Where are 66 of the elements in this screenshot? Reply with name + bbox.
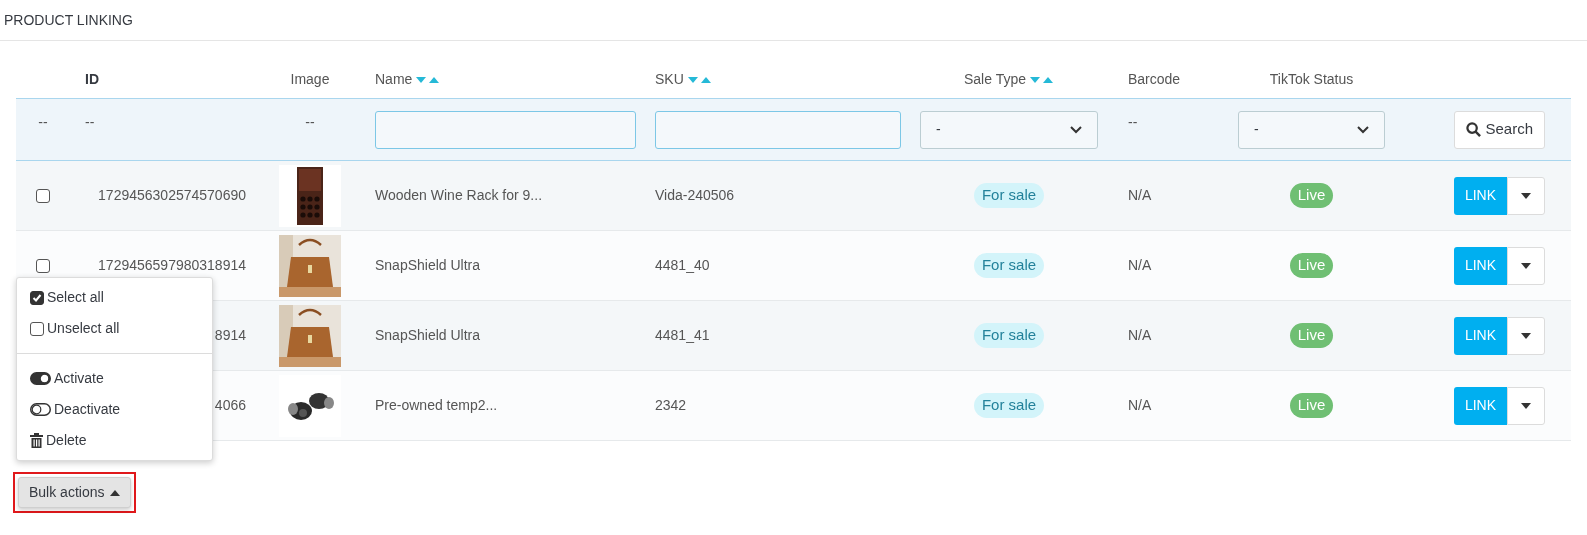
sale-type-badge: For sale (973, 253, 1045, 278)
product-sku: Vida-240506 (655, 187, 735, 203)
checkbox[interactable] (30, 290, 44, 305)
product-id: 1729456597980318914 (98, 257, 246, 273)
column-header[interactable]: Name (375, 69, 441, 90)
status-badge: Live (1289, 393, 1334, 418)
product-name: SnapShield Ultra (375, 327, 481, 343)
status-badge: Live (1289, 253, 1334, 278)
product-id: 1729456302574570690 (98, 187, 246, 203)
search-icon (1466, 122, 1482, 137)
status-badge: Live (1289, 323, 1334, 348)
barcode: N/A (1128, 187, 1152, 203)
status-badge: Live (1289, 183, 1334, 208)
column-header: ID (85, 70, 99, 89)
barcode: N/A (1128, 397, 1152, 413)
column-header: Image (290, 70, 330, 89)
menu-item[interactable]: Delete (17, 425, 212, 456)
checkbox[interactable] (36, 188, 50, 203)
product-name: Wooden Wine Rack for 9... (375, 187, 543, 203)
product-sku: 4481_40 (655, 257, 710, 273)
checkbox[interactable] (30, 321, 44, 336)
sort-icon[interactable] (1030, 75, 1054, 84)
empty-filter: -- (85, 113, 95, 132)
filter-input[interactable] (655, 110, 901, 149)
chevron-icon (1357, 125, 1369, 134)
page-title: PRODUCT LINKING (4, 12, 133, 28)
caret-icon (1521, 332, 1531, 339)
filter-select[interactable]: - (1238, 110, 1385, 149)
product-name: SnapShield Ultra (375, 257, 481, 273)
menu-item[interactable]: Select all (17, 282, 212, 313)
dropdown-toggle[interactable] (1507, 386, 1545, 425)
sort-icon[interactable] (416, 75, 441, 84)
column-header[interactable]: SKU (655, 69, 712, 90)
dropdown-toggle[interactable] (1507, 316, 1545, 355)
column-header[interactable]: Sale Type (964, 69, 1054, 90)
search-button[interactable]: Search (1454, 110, 1545, 149)
barcode: N/A (1128, 327, 1152, 343)
barcode: N/A (1128, 257, 1152, 273)
menu-item[interactable]: Activate (17, 363, 212, 394)
sale-type-badge: For sale (973, 393, 1045, 418)
sale-type-badge: For sale (973, 183, 1045, 208)
product-sku: 4481_41 (655, 327, 710, 343)
bulk-actions-button[interactable]: Bulk actions (18, 477, 132, 508)
menu-item[interactable]: Deactivate (17, 394, 212, 425)
filter-input[interactable] (375, 110, 636, 149)
empty-filter: -- (1128, 113, 1138, 132)
sort-icon[interactable] (687, 75, 712, 84)
product-id: 8914 (214, 327, 246, 343)
empty-filter: -- (305, 113, 315, 132)
caret-icon (1521, 402, 1531, 409)
column-header: Barcode (1128, 70, 1181, 89)
column-header: TikTok Status (1269, 70, 1354, 89)
product-id: 4066 (214, 397, 246, 413)
chevron-icon (1070, 125, 1082, 134)
dropdown-toggle[interactable] (1507, 246, 1545, 285)
empty-filter: -- (38, 113, 48, 132)
checkbox[interactable] (36, 258, 50, 273)
menu-item[interactable]: Unselect all (17, 313, 212, 344)
product-sku: 2342 (655, 397, 687, 413)
dropdown-toggle[interactable] (1507, 176, 1545, 215)
product-name: Pre-owned temp2... (375, 397, 498, 413)
trash-icon (30, 433, 43, 448)
caret-icon (1521, 192, 1531, 199)
sale-type-badge: For sale (973, 323, 1045, 348)
caret-icon (1521, 262, 1531, 269)
filter-select[interactable]: - (920, 110, 1098, 149)
